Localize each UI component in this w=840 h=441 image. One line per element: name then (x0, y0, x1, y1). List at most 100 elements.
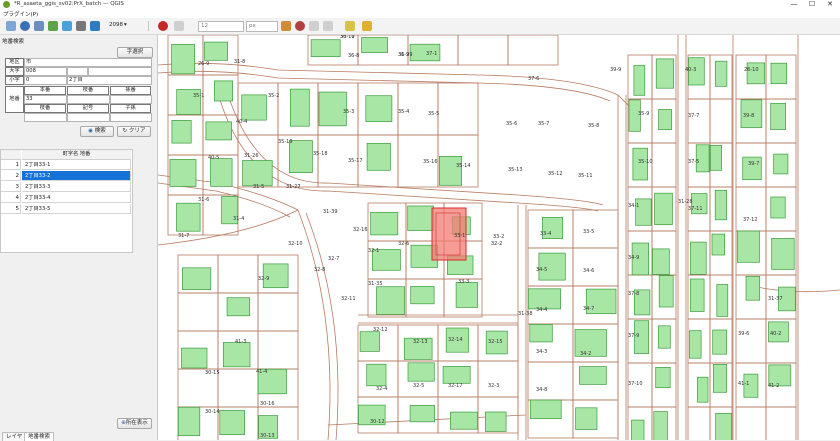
building (450, 411, 478, 430)
record-icon[interactable] (158, 21, 168, 31)
parcel-label: 41-4 (256, 369, 267, 375)
symbol-field[interactable] (67, 113, 110, 122)
shortcut-button[interactable]: 字選択 (117, 47, 153, 58)
select-icon[interactable] (48, 21, 58, 31)
parcel-label: 34-4 (536, 307, 547, 313)
parcel-label: 32-1 (368, 248, 379, 254)
building (226, 297, 251, 317)
parcel-label: 37-7 (688, 113, 699, 119)
grandchild-field[interactable] (110, 113, 152, 122)
building (410, 286, 435, 305)
parcel-label: 32-13 (413, 339, 428, 345)
unit-select[interactable]: px (246, 21, 278, 32)
parcel-label: 26-10 (744, 67, 759, 73)
menu-bar: プラグイン(P) (0, 9, 840, 18)
col-symbol: 記号 (67, 104, 109, 113)
district-label: 地区 (5, 58, 24, 67)
parcel-label: 35-2 (268, 93, 279, 99)
minimize-button[interactable]: — (786, 0, 802, 9)
branch2-field[interactable] (24, 113, 67, 122)
building (771, 238, 795, 270)
lock-icon[interactable] (345, 21, 355, 31)
parcel (477, 360, 519, 398)
table-row[interactable]: 2丁目33-1 (22, 160, 131, 170)
locate-button[interactable]: ⊕所在表示 (117, 418, 152, 429)
parcel-label: 40-2 (770, 331, 781, 337)
title-bar: *R_asaeta_ggis_sv02:PrX_batch — QGIS — ☐… (0, 0, 840, 9)
parcel-label: 41-1 (738, 381, 749, 387)
building (655, 58, 675, 89)
parcel-label: 32-4 (376, 386, 387, 392)
parcel-label: 35-9 (638, 111, 649, 117)
table-row-selected[interactable]: 2丁目33-2 (22, 171, 131, 181)
main-number-field[interactable]: 33 (24, 95, 67, 104)
building (442, 366, 471, 384)
oaza-code-field[interactable]: 008 (24, 67, 67, 76)
parcel-label: 31-27 (286, 184, 301, 190)
close-button[interactable]: ✕ (822, 0, 838, 9)
layout-icon[interactable] (90, 21, 100, 31)
marker-icon[interactable] (295, 21, 305, 31)
table-row[interactable]: 2丁目33-3 (22, 182, 131, 192)
building (310, 39, 341, 57)
zoom-icon[interactable] (20, 21, 30, 31)
flag-icon[interactable] (281, 21, 291, 31)
koaza-code-field[interactable]: 0 (24, 76, 67, 85)
maximize-button[interactable]: ☐ (804, 0, 820, 9)
parcel-label: 39-7 (748, 161, 759, 167)
parcel-label: 34-5 (536, 267, 547, 273)
building (289, 140, 313, 173)
building (366, 363, 387, 387)
parcel (437, 82, 479, 136)
panel-title: 地番検索 (2, 39, 25, 45)
sub-number-field[interactable] (110, 95, 152, 104)
table-row[interactable]: 2丁目33-5 (22, 204, 131, 214)
print-icon[interactable] (76, 21, 86, 31)
parcel (177, 292, 219, 332)
parcel-label: 26-9 (198, 61, 209, 67)
digitize-icon[interactable] (174, 21, 184, 31)
parcel-label: 33-4 (540, 231, 551, 237)
table-row[interactable]: 2丁目33-4 (22, 193, 131, 203)
building (182, 267, 212, 290)
oaza-select[interactable] (88, 67, 152, 76)
parcel (217, 368, 259, 408)
parcel-label: 35-3 (343, 109, 354, 115)
measure-icon[interactable] (62, 21, 72, 31)
clear-button[interactable]: ↻ クリア (117, 126, 151, 137)
note-icon[interactable] (362, 21, 372, 31)
delete-icon[interactable] (309, 21, 319, 31)
building (407, 205, 434, 231)
cadastral-map[interactable]: 36-1036-936-8 37-137-639-9 40-3 26-1026-935… (158, 35, 840, 440)
menu-plugins[interactable]: プラグイン(P) (3, 10, 38, 18)
building (204, 41, 228, 61)
building (241, 94, 267, 121)
building (709, 145, 723, 171)
pan-icon[interactable] (6, 21, 16, 31)
building (366, 142, 391, 171)
col-branch2: 枝番 (24, 104, 66, 113)
building (222, 342, 251, 368)
scale-dropdown-icon[interactable]: ▾ (124, 22, 127, 28)
row-number: 2 (1, 171, 21, 181)
col-grandchild: 子孫 (110, 104, 151, 113)
parcel-label: 32-17 (448, 383, 463, 389)
arrows-icon[interactable] (323, 21, 333, 31)
identify-icon[interactable] (34, 21, 44, 31)
building (407, 362, 435, 382)
oaza-name-field[interactable] (67, 67, 88, 76)
parcel (735, 318, 767, 364)
parcel-label: 35-14 (456, 163, 471, 169)
building (690, 241, 707, 275)
map-canvas[interactable]: 36-10 36-9 36-8 37-1 37-6 39-9 40-3 26-10 26-9 35… (158, 35, 840, 440)
building (745, 275, 761, 301)
building (770, 196, 786, 219)
parcel-label: 41-2 (768, 383, 779, 389)
zoom-input[interactable]: 12 (198, 21, 244, 32)
branch-number-field[interactable] (67, 95, 110, 104)
parcel (257, 330, 299, 370)
district-field[interactable]: 市 (24, 58, 152, 67)
koaza-select[interactable]: 2丁目 (67, 76, 152, 85)
col-main: 本番 (24, 86, 66, 95)
search-button[interactable]: ◉ 検索 (80, 126, 114, 137)
